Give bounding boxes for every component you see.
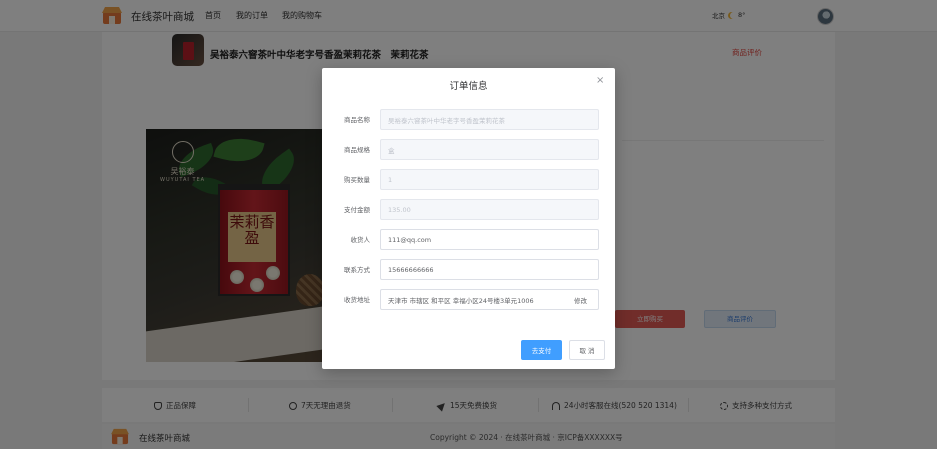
contact-input[interactable] xyxy=(380,259,599,280)
form-row-product-name: 商品名称 xyxy=(322,109,615,130)
address-input[interactable] xyxy=(380,289,599,310)
modify-address-link[interactable]: 修改 xyxy=(574,295,587,305)
spec-input xyxy=(380,139,599,160)
form-row-quantity: 购买数量 xyxy=(322,169,615,190)
receiver-input[interactable] xyxy=(380,229,599,250)
field-label: 支付金额 xyxy=(344,206,370,214)
form-row-contact: 联系方式 xyxy=(322,259,615,280)
form-row-address: 收货地址 修改 xyxy=(322,289,615,310)
field-label: 商品规格 xyxy=(344,146,370,154)
form-row-receiver: 收货人 xyxy=(322,229,615,250)
amount-input xyxy=(380,199,599,220)
cancel-button[interactable]: 取 消 xyxy=(569,340,605,360)
form-row-spec: 商品规格 xyxy=(322,139,615,160)
field-label: 商品名称 xyxy=(344,116,370,124)
close-icon[interactable]: × xyxy=(596,75,604,86)
field-label: 联系方式 xyxy=(344,266,370,274)
product-name-input xyxy=(380,109,599,130)
pay-button[interactable]: 去支付 xyxy=(521,340,562,360)
order-info-dialog: 订单信息 × 商品名称 商品规格 购买数量 支付金额 收货人 联系方式 收货地址… xyxy=(322,68,615,369)
field-label: 购买数量 xyxy=(344,176,370,184)
form-row-amount: 支付金额 xyxy=(322,199,615,220)
dialog-title: 订单信息 xyxy=(449,81,488,92)
field-label: 收货人 xyxy=(350,236,371,244)
quantity-input xyxy=(380,169,599,190)
field-label: 收货地址 xyxy=(344,296,370,304)
